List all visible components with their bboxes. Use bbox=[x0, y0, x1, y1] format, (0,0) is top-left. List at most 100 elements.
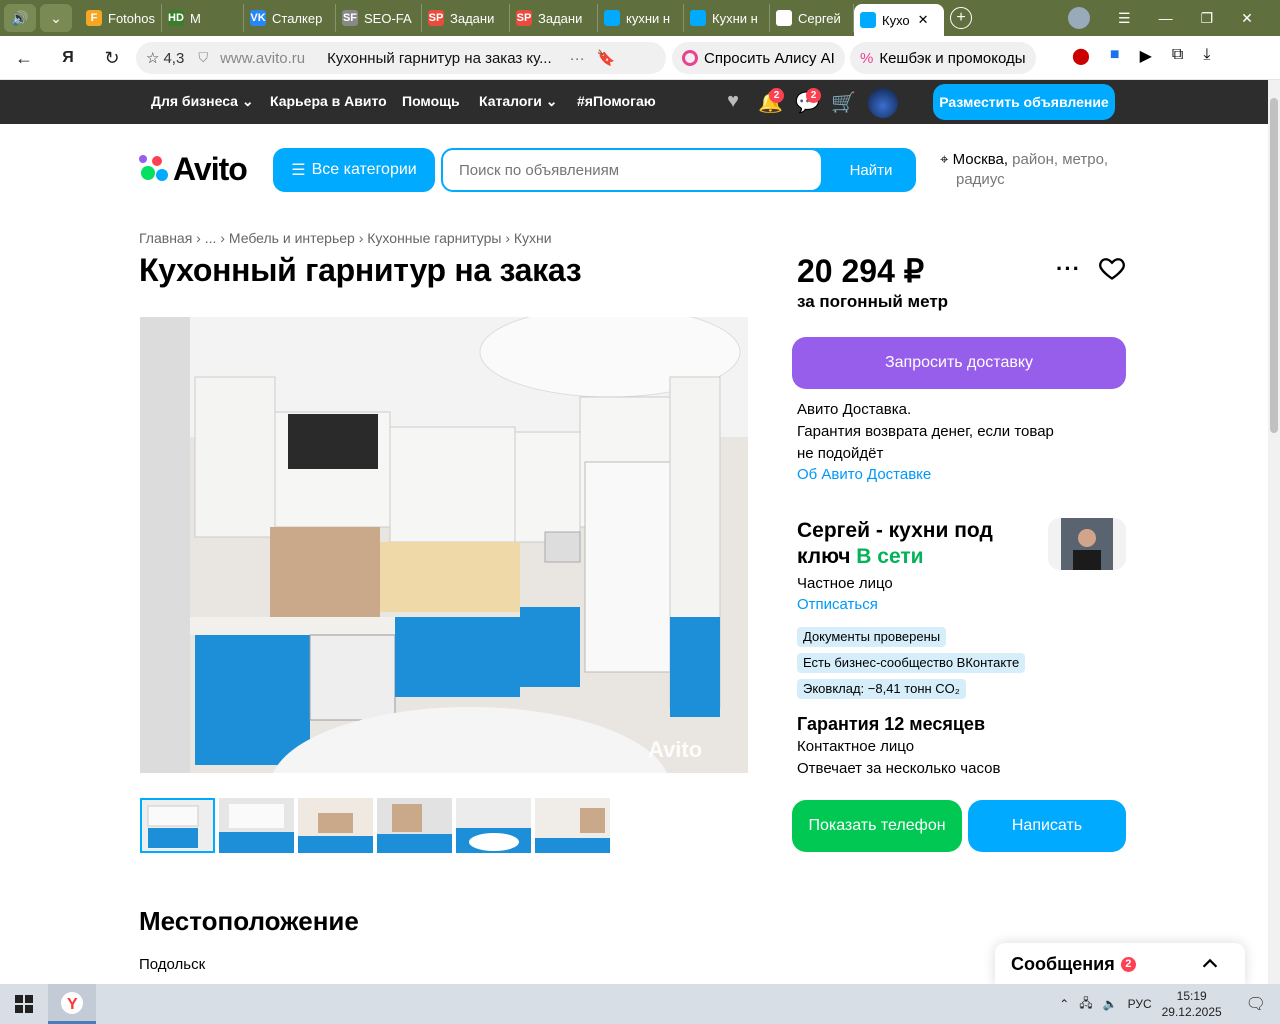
browser-tab[interactable]: Кухо ✕ bbox=[854, 4, 944, 36]
page-title-in-url: Кухонный гарнитур на заказ ку... bbox=[327, 49, 552, 67]
nav-help-link[interactable]: Помощь bbox=[402, 93, 460, 109]
avito-favicon-icon bbox=[860, 12, 876, 28]
messages-widget-label: Сообщения bbox=[1011, 953, 1115, 974]
extension-shield-icon[interactable]: ⬤ bbox=[1072, 46, 1090, 66]
clock[interactable]: 15:19 29.12.2025 bbox=[1162, 988, 1222, 1020]
request-delivery-button[interactable]: Запросить доставку bbox=[792, 337, 1126, 389]
extension-translate-icon[interactable]: ■ bbox=[1110, 46, 1120, 66]
more-options-icon[interactable]: ··· bbox=[1056, 256, 1081, 282]
yandex-browser-taskbar-icon[interactable]: Y bbox=[48, 984, 96, 1024]
browser-tab[interactable]: Кухни н bbox=[684, 4, 770, 32]
browser-tab-title: Задани bbox=[450, 10, 495, 26]
browser-tab-title: Кухни н bbox=[712, 10, 758, 26]
new-tab-button[interactable]: + bbox=[950, 7, 972, 29]
seller-avatar[interactable] bbox=[1048, 518, 1126, 570]
browser-tab-title: Задани bbox=[538, 10, 583, 26]
tag-eco-contribution[interactable]: Эковклад: −8,41 тонн CO₂ bbox=[797, 679, 966, 699]
browser-tab[interactable]: кухни н bbox=[598, 4, 684, 32]
search-button[interactable]: Найти bbox=[831, 148, 911, 192]
bookmark-icon[interactable]: 🔖 bbox=[597, 49, 616, 67]
seller-name[interactable]: Сергей - кухни под ключ В сети bbox=[797, 518, 1037, 570]
address-bar: ← Я ↻ ☆ 4,3 ⛉ www.avito.ru Кухонный гарн… bbox=[0, 36, 1280, 80]
breadcrumb-home[interactable]: Главная bbox=[139, 230, 192, 246]
alice-button[interactable]: Спросить Алису AI bbox=[672, 42, 845, 74]
breadcrumb-furniture[interactable]: Мебель и интерьер bbox=[229, 230, 355, 246]
thumbnail-5[interactable] bbox=[456, 798, 531, 853]
thumbnail-4[interactable] bbox=[377, 798, 452, 853]
location-city: Москва, bbox=[952, 151, 1009, 168]
back-arrow-icon[interactable]: ← bbox=[9, 43, 39, 73]
profile-avatar-icon[interactable] bbox=[1068, 7, 1090, 29]
extension-copy-icon[interactable]: ⧉ bbox=[1172, 46, 1183, 66]
more-dots-icon[interactable]: ··· bbox=[570, 50, 585, 67]
nav-ihelp-link[interactable]: #яПомогаю bbox=[577, 93, 656, 109]
post-ad-button[interactable]: Разместить объявление bbox=[933, 84, 1115, 120]
favorites-heart-icon[interactable]: ♥ bbox=[721, 90, 745, 114]
user-avatar[interactable] bbox=[868, 88, 898, 118]
about-delivery-link[interactable]: Об Авито Доставке bbox=[797, 464, 931, 486]
download-icon[interactable]: ⤓ bbox=[1203, 46, 1210, 66]
extension-play-icon[interactable]: ▶ bbox=[1140, 46, 1152, 66]
sf-favicon-icon: SF bbox=[342, 10, 358, 26]
avito-logo[interactable]: Avito bbox=[139, 150, 248, 187]
unsubscribe-link[interactable]: Отписаться bbox=[797, 594, 878, 616]
show-phone-button[interactable]: Показать телефон bbox=[792, 800, 962, 852]
thumbnail-2[interactable] bbox=[219, 798, 294, 853]
avito-logo-text: Avito bbox=[173, 150, 248, 187]
notifications-center-icon[interactable]: 🗨 bbox=[1246, 994, 1266, 1014]
scrollbar-thumb[interactable] bbox=[1270, 98, 1278, 433]
network-icon[interactable]: 🖧 bbox=[1079, 994, 1092, 1015]
shield-icon: ⛉ bbox=[198, 50, 209, 65]
minimize-icon[interactable]: — bbox=[1159, 10, 1173, 26]
breadcrumb-kitchen-sets[interactable]: Кухонные гарнитуры bbox=[367, 230, 501, 246]
browser-tab[interactable]: . Сергей bbox=[770, 4, 854, 32]
url-field[interactable]: ☆ 4,3 ⛉ www.avito.ru Кухонный гарнитур н… bbox=[136, 42, 666, 74]
menu-icon[interactable]: ☰ bbox=[1118, 10, 1131, 27]
browser-tab[interactable]: F Fotohos bbox=[80, 4, 162, 32]
tag-docs-verified: Документы проверены bbox=[797, 627, 947, 647]
page-scrollbar[interactable] bbox=[1268, 80, 1280, 984]
volume-icon[interactable]: 🔈 bbox=[1103, 997, 1118, 1011]
browser-tab[interactable]: SF SEO-FA bbox=[336, 4, 422, 32]
search-bar: Найти bbox=[441, 148, 916, 192]
breadcrumb-ellipsis[interactable]: ... bbox=[205, 230, 217, 246]
windows-start-icon[interactable] bbox=[0, 984, 48, 1024]
thumbnail-3[interactable] bbox=[298, 798, 373, 853]
location-selector[interactable]: ⌖ Москва, район, метро, радиус bbox=[940, 150, 1140, 190]
cart-icon[interactable]: 🛒 bbox=[831, 90, 856, 114]
thumbnail-6[interactable] bbox=[535, 798, 610, 853]
nav-business-link[interactable]: Для бизнеса ⌄ bbox=[151, 93, 254, 110]
all-categories-button[interactable]: ☰ Все категории bbox=[273, 148, 435, 192]
browser-tab[interactable]: SP Задани bbox=[510, 4, 598, 32]
restore-icon[interactable]: ❐ bbox=[1201, 10, 1214, 27]
notifications-badge: 2 bbox=[769, 88, 784, 103]
breadcrumb-kitchens[interactable]: Кухни bbox=[514, 230, 552, 246]
close-tab-icon[interactable]: ✕ bbox=[918, 12, 929, 28]
write-message-button[interactable]: Написать bbox=[968, 800, 1126, 852]
thumbnail-1[interactable] bbox=[140, 798, 215, 853]
cashback-button[interactable]: % Кешбэк и промокоды bbox=[850, 42, 1036, 74]
messages-widget[interactable]: Сообщения 2 bbox=[995, 943, 1245, 985]
windows-taskbar: Y ⌃ 🖧 🔈 РУС 15:19 29.12.2025 🗨 bbox=[0, 984, 1280, 1024]
sound-tab-icon[interactable]: 🔊 bbox=[4, 4, 36, 32]
main-listing-photo[interactable]: Avito bbox=[140, 317, 748, 773]
tab-list-chevron-icon[interactable]: ⌄ bbox=[40, 4, 72, 32]
tag-vk-community[interactable]: Есть бизнес-сообщество ВКонтакте bbox=[797, 653, 1026, 673]
avito-favicon-icon bbox=[604, 10, 620, 26]
messages-widget-badge: 2 bbox=[1120, 956, 1136, 972]
nav-career-link[interactable]: Карьера в Авито bbox=[270, 93, 387, 109]
close-window-icon[interactable]: ✕ bbox=[1241, 10, 1253, 27]
contact-person: Контактное лицо bbox=[797, 738, 915, 755]
browser-tab[interactable]: HD M bbox=[162, 4, 244, 32]
reload-icon[interactable]: ↻ bbox=[97, 43, 127, 73]
nav-catalogs-link[interactable]: Каталоги ⌄ bbox=[479, 93, 557, 110]
browser-tab[interactable]: SP Задани bbox=[422, 4, 510, 32]
browser-tab[interactable]: VK Сталкер bbox=[244, 4, 336, 32]
language-indicator[interactable]: РУС bbox=[1128, 997, 1152, 1011]
online-status: В сети bbox=[856, 545, 924, 568]
yandex-icon[interactable]: Я bbox=[53, 43, 83, 73]
favorite-heart-icon[interactable] bbox=[1098, 254, 1126, 282]
chevron-up-icon[interactable] bbox=[1199, 953, 1221, 975]
search-input[interactable] bbox=[443, 150, 821, 190]
tray-chevron-up-icon[interactable]: ⌃ bbox=[1059, 997, 1069, 1011]
